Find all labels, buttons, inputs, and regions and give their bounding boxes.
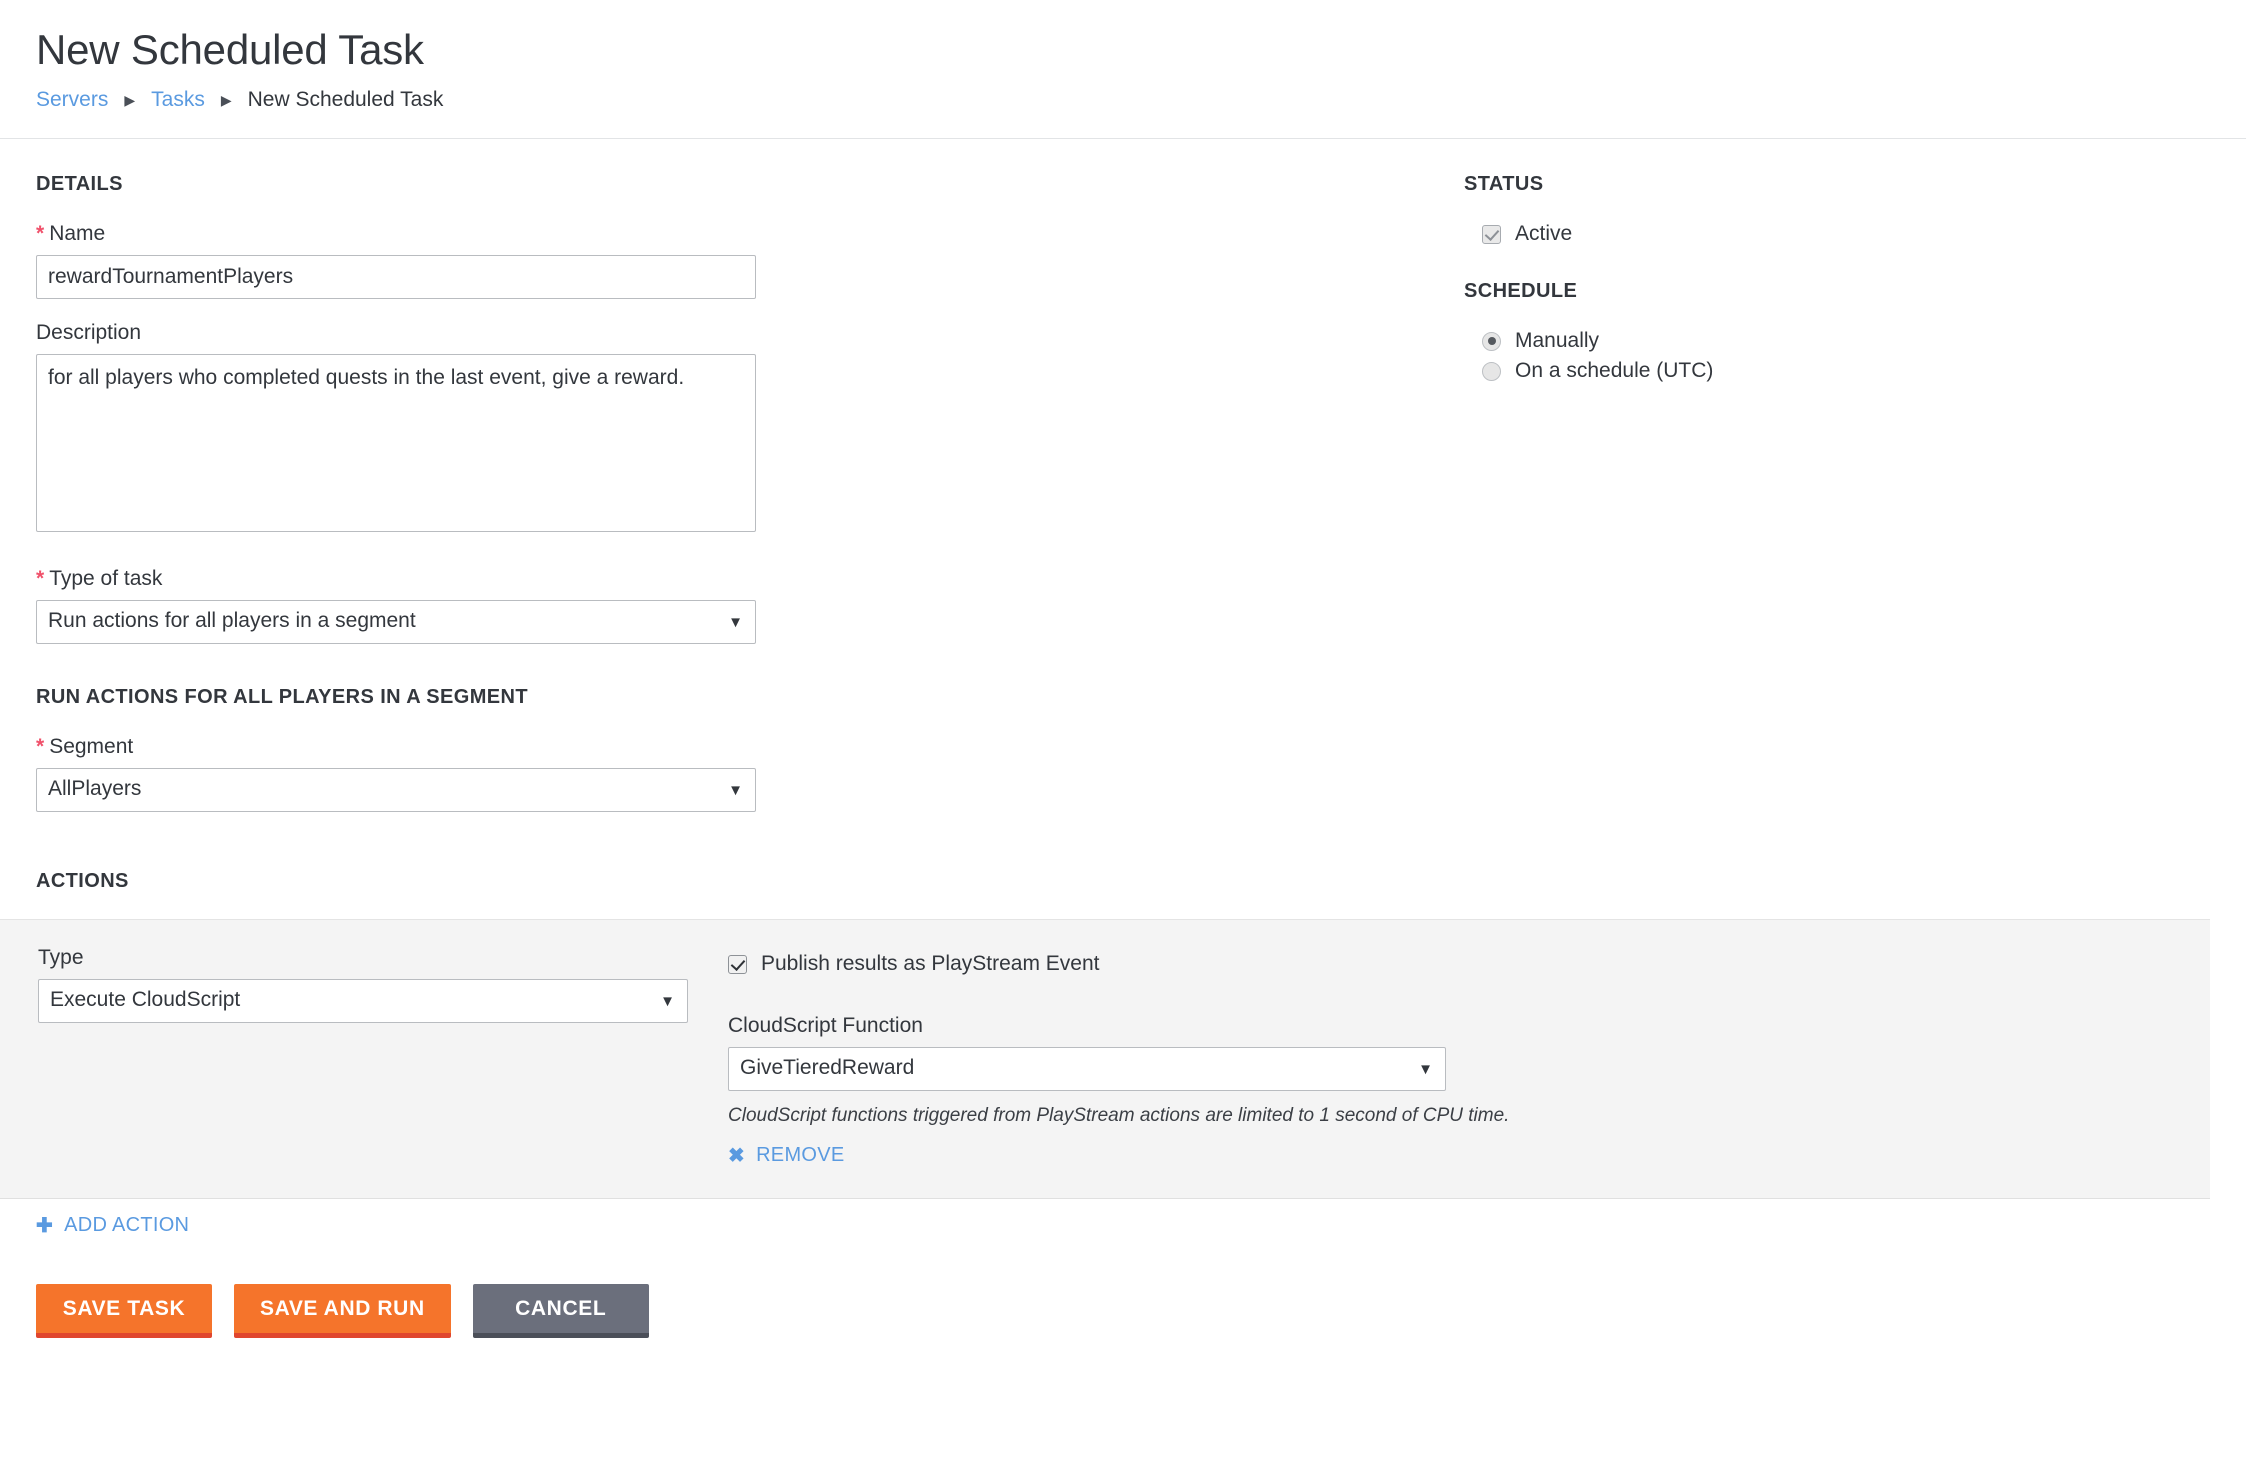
add-action-label: ADD ACTION [64,1214,190,1237]
publish-results-label: Publish results as PlayStream Event [761,952,1100,976]
type-of-task-select[interactable]: Run actions for all players in a segment [36,600,756,645]
segment-section-title: RUN ACTIONS FOR ALL PLAYERS IN A SEGMENT [36,686,528,709]
cloudscript-function-label: CloudScript Function [728,1014,923,1038]
name-field-group: * Name [36,222,1450,300]
close-x-icon: ✖ [728,1145,746,1168]
segment-label: * Segment [36,735,1450,759]
description-field-group: Description for all players who complete… [36,321,1450,537]
required-asterisk-icon: * [36,567,45,591]
segment-select[interactable]: AllPlayers [36,768,756,813]
remove-action-button[interactable]: ✖ REMOVE [728,1143,845,1168]
segment-label-text: Segment [49,735,134,759]
page-header: New Scheduled Task Servers ▶ Tasks ▶ New… [0,0,2246,138]
segment-select-wrap: AllPlayers ▼ [36,768,756,813]
on-a-schedule-radio[interactable] [1482,361,1501,381]
caret-right-icon: ▶ [220,92,232,109]
active-checkbox-row[interactable]: Active [1482,222,2246,246]
status-options: Active [1464,222,2246,246]
cancel-button[interactable]: CANCEL [472,1284,649,1339]
footer-actions: SAVE TASK SAVE AND RUN CANCEL [0,1238,2246,1339]
breadcrumb-item-current: New Scheduled Task [247,88,444,112]
on-a-schedule-label: On a schedule (UTC) [1515,359,1714,383]
schedule-section-title: SCHEDULE [1464,280,1578,303]
type-of-task-label: * Type of task [36,567,1450,591]
cloudscript-function-select[interactable]: GiveTieredReward [728,1047,1446,1092]
status-schedule-column: STATUS Active SCHEDULE Manually On a sch… [1450,139,2246,834]
caret-right-icon: ▶ [124,92,136,109]
main-content: DETAILS *Name Description for all player… [0,139,2246,834]
required-asterisk-icon: * [36,735,45,759]
manually-radio[interactable] [1482,331,1501,351]
action-item-panel: Type Execute CloudScript ▼ Publish resul… [0,919,2210,1200]
breadcrumb-item-tasks[interactable]: Tasks [151,88,205,112]
active-label: Active [1515,222,1573,246]
details-section-title: DETAILS [36,173,123,196]
type-of-task-select-wrap: Run actions for all players in a segment… [36,600,756,645]
action-type-label: Type [38,946,84,970]
breadcrumb: Servers ▶ Tasks ▶ New Scheduled Task [36,88,2210,138]
action-type-select[interactable]: Execute CloudScript [38,979,688,1024]
active-checkbox[interactable] [1482,224,1501,244]
name-label-text: Name [49,222,106,246]
name-label: * Name [36,222,1450,246]
cloudscript-function-select-wrap: GiveTieredReward ▼ [728,1047,1446,1092]
details-column: DETAILS *Name Description for all player… [0,139,1450,834]
publish-results-checkbox[interactable] [728,954,747,974]
description-textarea[interactable]: for all players who completed quests in … [36,354,756,533]
action-type-select-wrap: Execute CloudScript ▼ [38,979,688,1024]
schedule-option-on-a-schedule[interactable]: On a schedule (UTC) [1482,359,2246,383]
actions-section: ACTIONS [0,870,2246,893]
page-title: New Scheduled Task [36,26,424,73]
name-input[interactable] [36,255,756,300]
add-action-row: ✚ ADD ACTION [0,1199,2246,1238]
publish-results-row[interactable]: Publish results as PlayStream Event [728,952,2210,976]
type-of-task-field-group: * Type of task Run actions for all player… [36,567,1450,645]
schedule-options: Manually On a schedule (UTC) [1464,329,2246,383]
cloudscript-helper-text: CloudScript functions triggered from Pla… [728,1105,1510,1127]
schedule-option-manually[interactable]: Manually [1482,329,2246,353]
save-task-button[interactable]: SAVE TASK [36,1284,212,1339]
remove-action-label: REMOVE [756,1144,845,1167]
save-and-run-button[interactable]: SAVE AND RUN [234,1284,451,1339]
manually-label: Manually [1515,329,1600,353]
actions-section-title: ACTIONS [36,870,129,893]
action-type-column: Type Execute CloudScript ▼ [18,946,718,1168]
required-asterisk-icon: * [36,222,45,246]
status-section-title: STATUS [1464,173,1544,196]
type-of-task-label-text: Type of task [49,567,163,591]
add-action-button[interactable]: ✚ ADD ACTION [36,1213,189,1238]
breadcrumb-item-servers[interactable]: Servers [36,88,108,112]
action-config-column: Publish results as PlayStream Event Clou… [718,946,2210,1168]
plus-icon: ✚ [36,1215,54,1238]
segment-field-group: * Segment AllPlayers ▼ [36,735,1450,813]
description-label: Description [36,321,142,345]
